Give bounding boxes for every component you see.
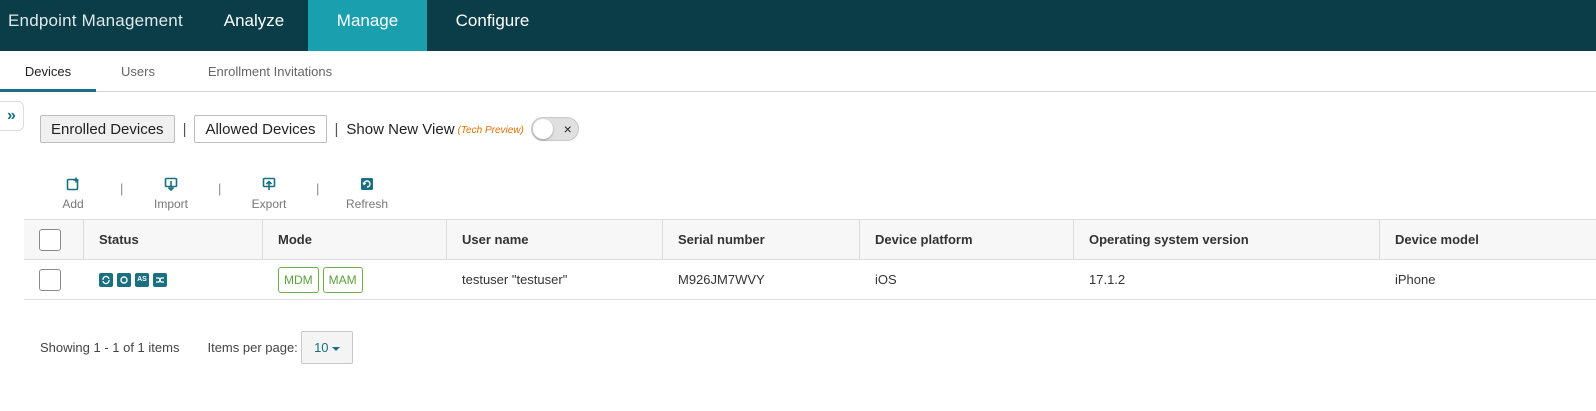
- column-header-serial-number[interactable]: Serial number: [663, 220, 860, 259]
- close-icon: ×: [563, 121, 572, 137]
- column-header-status[interactable]: Status: [84, 220, 263, 259]
- import-label: Import: [153, 197, 188, 211]
- import-button[interactable]: Import: [122, 175, 220, 211]
- mode-badge-mdm: MDM: [278, 266, 319, 293]
- table-row[interactable]: AS MDM MAM testuser "testuser" M926JM7WV…: [24, 260, 1596, 300]
- view-separator: |: [182, 120, 187, 138]
- top-navigation-bar: Endpoint Management Analyze Manage Confi…: [0, 0, 1596, 51]
- tab-devices[interactable]: Devices: [0, 51, 96, 92]
- nav-configure[interactable]: Configure: [427, 0, 558, 51]
- tab-users[interactable]: Users: [96, 51, 180, 91]
- row-checkbox[interactable]: [39, 268, 61, 291]
- double-chevron-right-icon: »: [7, 107, 16, 124]
- table-header-row: Status Mode User name Serial number Devi…: [24, 219, 1596, 260]
- column-header-os-version[interactable]: Operating system version: [1074, 220, 1380, 259]
- tab-enrollment-invitations[interactable]: Enrollment Invitations: [180, 51, 360, 91]
- view-separator: |: [334, 120, 339, 138]
- refresh-button[interactable]: Refresh: [318, 175, 416, 211]
- sub-tabs: Devices Users Enrollment Invitations: [0, 51, 1596, 92]
- export-icon: [262, 177, 276, 190]
- new-view-toggle[interactable]: ×: [530, 117, 579, 141]
- select-all-checkbox[interactable]: [39, 228, 61, 251]
- column-header-user-name[interactable]: User name: [447, 220, 663, 259]
- items-per-page-value: 10: [314, 340, 329, 355]
- pagination-footer: Showing 1 - 1 of 1 items Items per page:…: [40, 331, 353, 364]
- devices-table: Status Mode User name Serial number Devi…: [24, 219, 1596, 300]
- device-model-cell: iPhone: [1395, 272, 1436, 287]
- device-toolbar: Add | Import | Export | Refresh: [24, 175, 416, 211]
- user-name-cell: testuser "testuser": [462, 272, 568, 287]
- shuffle-icon: [153, 272, 167, 287]
- add-label: Add: [62, 197, 84, 211]
- import-icon: [164, 177, 178, 191]
- enrolled-devices-button[interactable]: Enrolled Devices: [40, 115, 175, 143]
- nav-analyze[interactable]: Analyze: [200, 0, 308, 51]
- device-platform-cell: iOS: [875, 272, 897, 287]
- expand-sidebar-button[interactable]: »: [0, 101, 24, 131]
- view-selector: Enrolled Devices | Allowed Devices | Sho…: [40, 115, 579, 143]
- column-header-device-platform[interactable]: Device platform: [860, 220, 1074, 259]
- items-per-page-select[interactable]: 10: [300, 331, 353, 364]
- refresh-label: Refresh: [345, 197, 389, 211]
- allowed-devices-button[interactable]: Allowed Devices: [194, 115, 327, 143]
- mode-badge-mam: MAM: [322, 266, 363, 293]
- row-select-cell: [24, 260, 84, 299]
- status-cell: AS: [84, 260, 263, 299]
- show-new-view-label: Show New View: [346, 120, 455, 138]
- showing-items-text: Showing 1 - 1 of 1 items: [40, 340, 180, 355]
- app-store-icon: AS: [135, 272, 149, 287]
- column-header-device-model[interactable]: Device model: [1380, 220, 1596, 259]
- header-select-cell: [24, 220, 84, 259]
- column-header-mode[interactable]: Mode: [263, 220, 447, 259]
- serial-number-cell: M926JM7WVY: [678, 272, 765, 287]
- tech-preview-label: (Tech Preview): [457, 125, 524, 136]
- toggle-knob: [532, 119, 553, 139]
- sync-icon: [99, 272, 113, 287]
- export-label: Export: [251, 197, 287, 211]
- brand-title: Endpoint Management: [8, 11, 183, 30]
- circle-icon: [117, 272, 131, 287]
- mode-cell: MDM MAM: [263, 260, 447, 299]
- export-button[interactable]: Export: [220, 175, 318, 211]
- add-button[interactable]: Add: [24, 175, 122, 211]
- add-device-icon: [66, 177, 79, 191]
- nav-manage[interactable]: Manage: [308, 0, 427, 51]
- items-per-page-label: Items per page:: [207, 340, 298, 355]
- caret-down-icon: [331, 346, 340, 351]
- os-version-cell: 17.1.2: [1089, 272, 1126, 287]
- refresh-icon: [361, 178, 373, 190]
